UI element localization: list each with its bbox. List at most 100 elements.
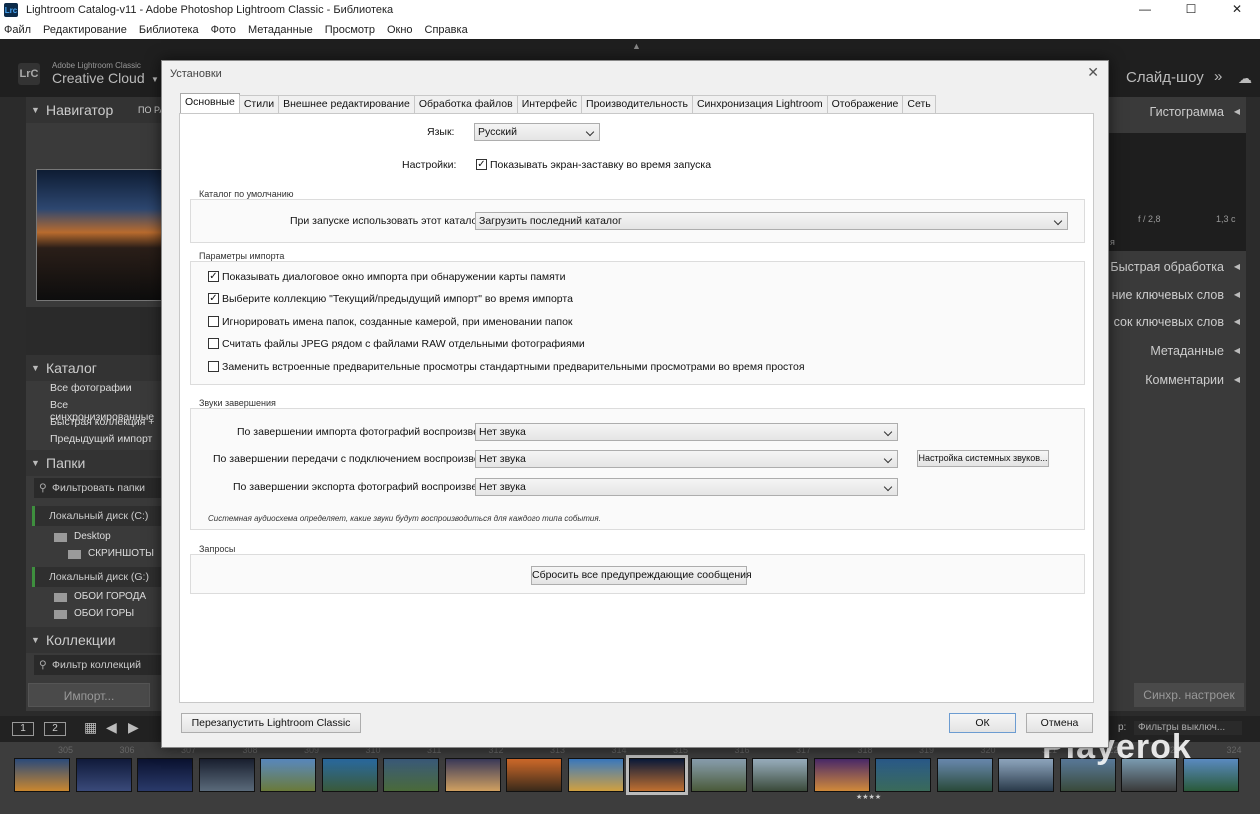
filmstrip-thumbnail[interactable] xyxy=(75,758,132,792)
back-arrow-icon[interactable]: ◀ xyxy=(106,719,117,736)
tab-file-handling[interactable]: Обработка файлов xyxy=(413,95,518,113)
grid-icon[interactable]: ▦ xyxy=(84,719,97,736)
drive-c[interactable]: Локальный диск (C:) xyxy=(32,506,166,526)
filmstrip-thumbnail[interactable] xyxy=(444,758,501,792)
import-button[interactable]: Импорт... xyxy=(28,683,150,707)
drive-g[interactable]: Локальный диск (G:) xyxy=(32,567,166,587)
import-option-checkbox-4[interactable] xyxy=(208,338,219,349)
menu-edit[interactable]: Редактирование xyxy=(43,24,127,36)
tab-performance[interactable]: Производительность xyxy=(581,95,693,113)
more-modules-icon[interactable]: » xyxy=(1214,68,1222,85)
ok-button[interactable]: ОК xyxy=(949,713,1016,733)
tab-network[interactable]: Сеть xyxy=(902,95,936,113)
dialog-title: Установки xyxy=(170,68,222,80)
import-sound-select[interactable]: Нет звука xyxy=(475,423,898,441)
import-option-checkbox-5[interactable] xyxy=(208,361,219,372)
import-option-label-2: Выберите коллекцию "Текущий/предыдущий и… xyxy=(222,293,573,305)
language-select[interactable]: Русский xyxy=(474,123,600,141)
filmstrip-thumbnail[interactable] xyxy=(875,758,931,792)
tab-display[interactable]: Отображение xyxy=(826,95,904,113)
import-option-checkbox-3[interactable] xyxy=(208,316,219,327)
system-sounds-button[interactable]: Настройка системных звуков... xyxy=(917,450,1049,467)
navigator-spacer xyxy=(26,307,166,355)
tab-general[interactable]: Основные xyxy=(180,93,240,113)
splash-label: Показывать экран-заставку во время запус… xyxy=(490,159,712,171)
collections-header[interactable]: Коллекции xyxy=(26,627,166,653)
histogram-header[interactable]: Гистограмма xyxy=(1150,105,1241,119)
dialog-close-icon[interactable]: ✕ xyxy=(1087,64,1099,81)
filmstrip-thumbnail[interactable] xyxy=(626,755,688,795)
filmstrip-thumbnail[interactable] xyxy=(137,758,193,792)
import-option-checkbox-2[interactable]: ✓ xyxy=(208,293,219,304)
histogram-caption: я xyxy=(1110,237,1115,247)
import-option-checkbox-1[interactable]: ✓ xyxy=(208,271,219,282)
window-2-button[interactable]: 2 xyxy=(44,722,66,736)
tab-bar: Основные Стили Внешнее редактирование Об… xyxy=(180,93,936,113)
language-label: Язык: xyxy=(427,126,455,138)
folder-mountains[interactable]: ОБОИ ГОРЫ xyxy=(54,608,134,619)
folder-screenshots[interactable]: СКРИНШОТЫ xyxy=(68,548,154,559)
filmstrip-thumbnail[interactable] xyxy=(383,758,439,792)
metadata-header[interactable]: Метаданные xyxy=(1150,344,1239,358)
sounds-title: Звуки завершения xyxy=(199,398,276,408)
menu-photo[interactable]: Фото xyxy=(211,24,236,36)
cloud-icon[interactable]: ☁ xyxy=(1238,70,1252,87)
filmstrip-thumbnail[interactable] xyxy=(198,758,255,792)
menu-metadata[interactable]: Метаданные xyxy=(248,24,313,36)
brand-dropdown-icon[interactable]: ▼ xyxy=(151,75,159,84)
filmstrip-thumbnail[interactable] xyxy=(506,758,562,792)
menu-window[interactable]: Окно xyxy=(387,24,413,36)
folder-city[interactable]: ОБОИ ГОРОДА xyxy=(54,591,146,602)
filmstrip-thumbnail[interactable] xyxy=(936,758,993,792)
catalog-previous-import[interactable]: Предыдущий импорт xyxy=(50,433,152,445)
close-window-button[interactable]: ✕ xyxy=(1214,0,1260,20)
brand-name[interactable]: Creative Cloud xyxy=(52,70,145,86)
tab-interface[interactable]: Интерфейс xyxy=(516,95,583,113)
export-sound-label: По завершении экспорта фотографий воспро… xyxy=(233,481,497,493)
tether-sound-select[interactable]: Нет звука xyxy=(475,450,898,468)
filmstrip-thumbnail[interactable] xyxy=(752,758,808,792)
tab-presets[interactable]: Стили xyxy=(238,95,280,113)
left-panel: НавигаторПО РА Каталог Все фотографии Вс… xyxy=(26,97,166,711)
collapse-top-icon[interactable]: ▲ xyxy=(632,41,641,51)
navigator-header[interactable]: НавигаторПО РА xyxy=(26,97,166,123)
restart-lightroom-button[interactable]: Перезапустить Lightroom Classic xyxy=(181,713,361,733)
minimize-button[interactable]: — xyxy=(1122,0,1168,20)
histogram-aperture: f / 2,8 xyxy=(1138,214,1161,224)
maximize-button[interactable]: ☐ xyxy=(1168,0,1214,20)
navigator-preview[interactable] xyxy=(36,169,162,301)
tab-external-editing[interactable]: Внешнее редактирование xyxy=(278,95,415,113)
folders-filter[interactable]: Фильтровать папки xyxy=(34,478,166,498)
menu-file[interactable]: Файл xyxy=(4,24,31,36)
export-sound-select[interactable]: Нет звука xyxy=(475,478,898,496)
catalog-quick-collection[interactable]: Быстрая коллекция + xyxy=(50,416,154,428)
keywording-header[interactable]: ние ключевых слов xyxy=(1112,288,1241,302)
filmstrip-index: 324 xyxy=(1226,745,1242,755)
splash-checkbox[interactable]: ✓ xyxy=(476,159,487,170)
module-slideshow[interactable]: Слайд-шоу xyxy=(1126,69,1204,86)
menu-library[interactable]: Библиотека xyxy=(139,24,199,36)
sync-settings-button[interactable]: Синхр. настроек xyxy=(1134,683,1244,707)
filmstrip-thumbnail[interactable] xyxy=(260,758,316,792)
comments-header[interactable]: Комментарии xyxy=(1145,373,1239,387)
collections-filter[interactable]: Фильтр коллекций xyxy=(34,655,166,675)
folders-header[interactable]: Папки xyxy=(26,450,166,476)
menu-view[interactable]: Просмотр xyxy=(325,24,375,36)
default-catalog-select[interactable]: Загрузить последний каталог xyxy=(475,212,1068,230)
filmstrip-thumbnail[interactable] xyxy=(567,758,624,792)
window-1-button[interactable]: 1 xyxy=(12,722,34,736)
filmstrip-thumbnail[interactable] xyxy=(690,758,747,792)
cancel-button[interactable]: Отмена xyxy=(1026,713,1093,733)
keyword-list-header[interactable]: сок ключевых слов xyxy=(1114,315,1241,329)
forward-arrow-icon[interactable]: ▶ xyxy=(128,719,139,736)
menu-help[interactable]: Справка xyxy=(425,24,468,36)
filmstrip-thumbnail[interactable] xyxy=(321,758,378,792)
catalog-all-photos[interactable]: Все фотографии xyxy=(50,382,132,394)
quick-develop-header[interactable]: Быстрая обработка xyxy=(1110,260,1239,274)
reset-warnings-button[interactable]: Сбросить все предупреждающие сообщения xyxy=(531,566,752,585)
tab-lightroom-sync[interactable]: Синхронизация Lightroom xyxy=(691,95,828,113)
filmstrip-thumbnail[interactable] xyxy=(813,758,870,792)
catalog-header[interactable]: Каталог xyxy=(26,355,166,381)
filmstrip-thumbnail[interactable] xyxy=(14,758,70,792)
folder-desktop[interactable]: Desktop xyxy=(54,531,111,542)
